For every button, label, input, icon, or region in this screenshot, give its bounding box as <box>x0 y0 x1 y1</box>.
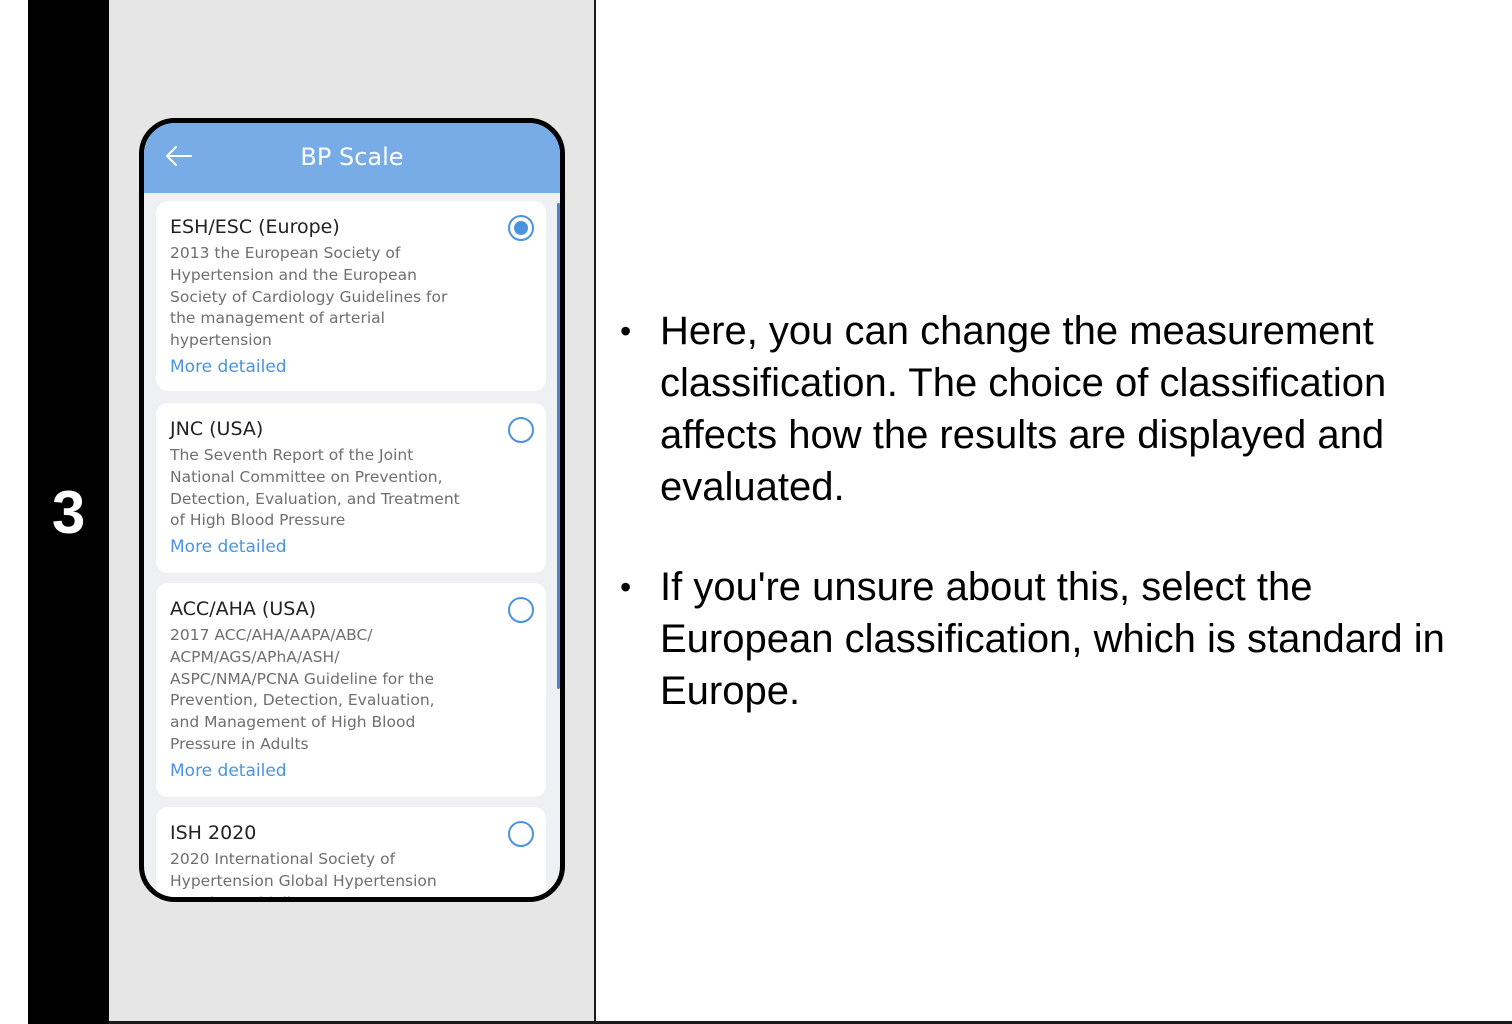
radio-button[interactable] <box>508 417 534 443</box>
option-title: ISH 2020 <box>170 822 257 844</box>
radio-button[interactable] <box>508 597 534 623</box>
more-detailed-link[interactable]: More detailed <box>170 534 532 560</box>
instruction-item: • If you're unsure about this, select th… <box>620 561 1490 717</box>
option-description: 2017 ACC/AHA/AAPA/ABC/ ACPM/AGS/APhA/ASH… <box>170 626 435 753</box>
option-title: ESH/ESC (Europe) <box>170 216 340 238</box>
option-card-esh-esc[interactable]: ESH/ESC (Europe) 2013 the European Socie… <box>156 201 546 391</box>
instruction-text: Here, you can change the measurement cla… <box>660 309 1387 509</box>
option-title: ACC/AHA (USA) <box>170 598 317 620</box>
option-card-jnc[interactable]: JNC (USA) The Seventh Report of the Join… <box>156 403 546 573</box>
option-description: The Seventh Report of the Joint National… <box>170 446 460 530</box>
more-detailed-link[interactable]: More detailed <box>170 354 532 380</box>
radio-button[interactable] <box>508 821 534 847</box>
step-bar: 3 <box>28 0 109 1024</box>
instruction-text: If you're unsure about this, select the … <box>660 565 1445 713</box>
instruction-item: • Here, you can change the measurement c… <box>620 305 1490 513</box>
scrollbar[interactable] <box>557 203 560 689</box>
phone-screen: BP Scale ESH/ESC (Europe) 2013 the Europ… <box>139 118 565 902</box>
option-card-acc-aha[interactable]: ACC/AHA (USA) 2017 ACC/AHA/AAPA/ABC/ ACP… <box>156 583 546 797</box>
bullet-icon: • <box>620 313 632 349</box>
bullet-icon: • <box>620 569 632 605</box>
page-title: BP Scale <box>300 143 404 171</box>
vertical-divider <box>594 0 596 1024</box>
option-card-ish-2020[interactable]: ISH 2020 2020 International Society of H… <box>156 807 546 897</box>
radio-button-selected[interactable] <box>508 215 534 241</box>
app-header: BP Scale <box>144 123 560 193</box>
option-description: 2013 the European Society of Hypertensio… <box>170 244 448 350</box>
option-description: 2020 International Society of Hypertensi… <box>170 850 437 897</box>
instructions-list: • Here, you can change the measurement c… <box>620 305 1490 717</box>
option-title: JNC (USA) <box>170 418 264 440</box>
more-detailed-link[interactable]: More detailed <box>170 758 532 784</box>
step-number: 3 <box>51 479 86 546</box>
